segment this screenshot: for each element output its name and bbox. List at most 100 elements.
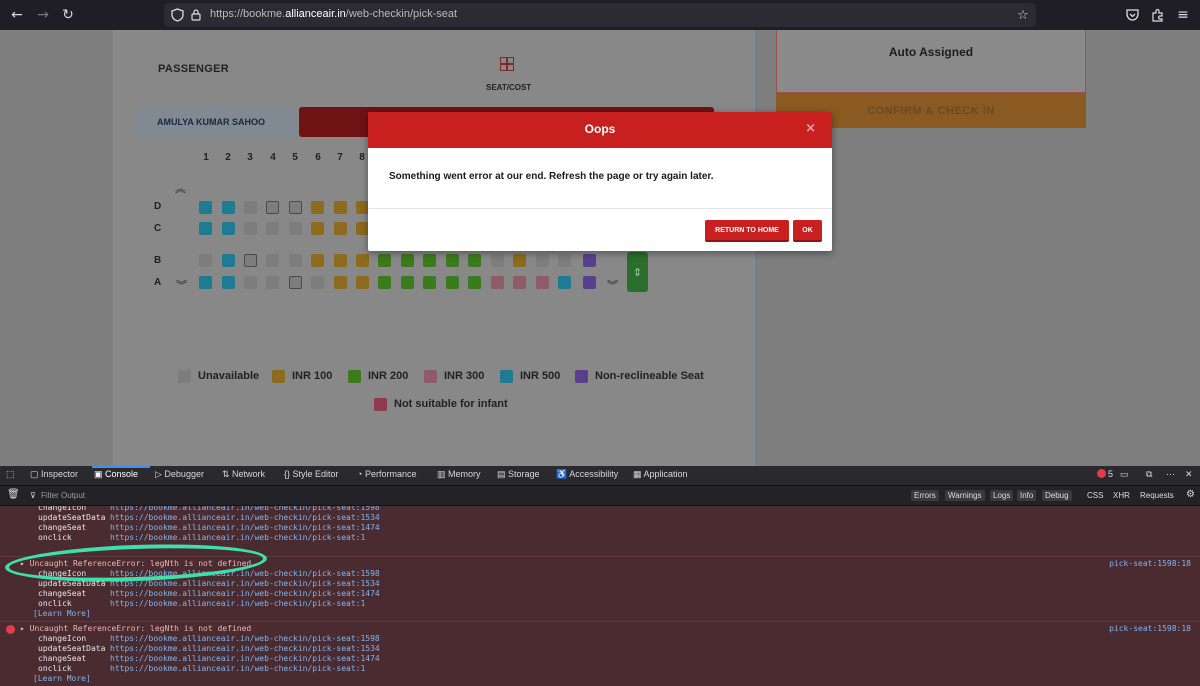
close-icon[interactable]: × [805, 121, 816, 136]
menu-icon[interactable]: ≡ [1173, 5, 1193, 25]
learn-more-link[interactable]: [Learn More] [33, 609, 91, 619]
seat[interactable] [378, 254, 391, 267]
seat[interactable] [289, 222, 302, 235]
tab-performance[interactable]: ◔ Performance [357, 469, 416, 479]
seat[interactable] [199, 254, 212, 267]
seat[interactable] [244, 254, 257, 267]
seat[interactable] [222, 222, 235, 235]
seat[interactable] [446, 254, 459, 267]
seat[interactable] [311, 276, 324, 289]
seat[interactable] [513, 254, 526, 267]
filter-errors-button[interactable]: Errors [911, 490, 939, 501]
trash-icon[interactable]: 🗑 [7, 489, 20, 500]
seat[interactable] [513, 276, 526, 289]
seat[interactable] [334, 254, 347, 267]
tab-debugger[interactable]: ▷ Debugger [155, 469, 204, 480]
scroll-down-chevron-icon[interactable]: ︾ [176, 277, 187, 293]
filter-css-toggle[interactable]: CSS [1087, 491, 1103, 500]
seat[interactable] [334, 222, 347, 235]
more-options-icon[interactable]: ⋯ [1166, 469, 1175, 480]
error-location-link[interactable]: pick-seat:1598:18 [1109, 559, 1191, 569]
filter-output-input[interactable]: Filter Output [41, 491, 85, 500]
ok-button[interactable]: OK [793, 220, 822, 242]
seat[interactable] [222, 276, 235, 289]
seat[interactable] [468, 254, 481, 267]
dock-icon[interactable]: ⧉ [1146, 469, 1152, 480]
scroll-up-chevron-icon[interactable]: ︽ [175, 180, 186, 196]
seat[interactable] [311, 222, 324, 235]
back-arrow-icon[interactable]: ← [7, 5, 27, 25]
tab-inspector[interactable]: ▢ Inspector [30, 469, 78, 480]
filter-logs-button[interactable]: Logs [990, 490, 1014, 501]
seat[interactable] [266, 201, 279, 214]
seat[interactable] [222, 254, 235, 267]
seat[interactable] [199, 276, 212, 289]
seat[interactable] [199, 222, 212, 235]
filter-info-button[interactable]: Info [1017, 490, 1037, 501]
seat[interactable] [446, 276, 459, 289]
tab-memory[interactable]: ▥ Memory [437, 469, 481, 480]
seat[interactable] [334, 201, 347, 214]
filter-requests-toggle[interactable]: Requests [1140, 491, 1174, 500]
tab-network[interactable]: ⇅ Network [222, 469, 265, 480]
seat[interactable] [491, 254, 504, 267]
seat[interactable] [536, 254, 549, 267]
seat[interactable] [311, 254, 324, 267]
tab-accessibility[interactable]: ♿ Accessibility [556, 469, 618, 480]
scroll-down-chevron-icon[interactable]: ︾ [607, 277, 618, 293]
close-devtools-icon[interactable]: ✕ [1185, 469, 1193, 480]
seat[interactable] [266, 222, 279, 235]
seat[interactable] [222, 201, 235, 214]
url-bar[interactable]: https://bookme.allianceair.in/web-checki… [164, 3, 1036, 27]
seat[interactable] [244, 201, 257, 214]
seat[interactable] [266, 254, 279, 267]
tab-storage[interactable]: ▤ Storage [497, 469, 540, 480]
seat[interactable] [583, 254, 596, 267]
reload-icon[interactable]: ↻ [58, 5, 78, 25]
forward-arrow-icon[interactable]: → [33, 5, 53, 25]
tab-style-editor[interactable]: {} Style Editor [284, 469, 339, 479]
tab-application[interactable]: ▦ Application [633, 469, 688, 480]
seat[interactable] [536, 276, 549, 289]
filter-xhr-toggle[interactable]: XHR [1113, 491, 1130, 500]
seat[interactable] [289, 276, 302, 289]
bookmark-star-icon[interactable]: ☆ [1013, 5, 1033, 25]
seat[interactable] [583, 276, 596, 289]
seat[interactable] [356, 254, 369, 267]
seat[interactable] [334, 276, 347, 289]
tab-console[interactable]: ▣ Console [94, 469, 138, 480]
seat[interactable] [244, 222, 257, 235]
seat[interactable] [244, 276, 257, 289]
split-console-icon[interactable]: ▭ [1120, 469, 1129, 480]
extensions-icon[interactable] [1147, 5, 1167, 25]
seat[interactable] [423, 276, 436, 289]
lock-icon[interactable] [191, 8, 201, 21]
seat[interactable] [311, 201, 324, 214]
seat[interactable] [289, 254, 302, 267]
seat[interactable] [378, 276, 391, 289]
seat[interactable] [401, 276, 414, 289]
return-to-home-button[interactable]: RETURN TO HOME [705, 220, 789, 242]
seat[interactable] [558, 254, 571, 267]
error-location-link[interactable]: pick-seat:1598:18 [1109, 624, 1191, 634]
passenger-row[interactable]: AMULYA KUMAR SAHOO [136, 107, 298, 137]
seat[interactable] [423, 254, 436, 267]
exit-row-handle[interactable]: ⇕ [627, 252, 648, 292]
element-picker-icon[interactable]: ⬚ [6, 469, 15, 480]
seat[interactable] [558, 276, 571, 289]
error-count-badge[interactable]: 5 [1097, 469, 1113, 479]
seat[interactable] [289, 201, 302, 214]
settings-gear-icon[interactable]: ⚙ [1186, 489, 1195, 500]
seat[interactable] [468, 276, 481, 289]
learn-more-link[interactable]: [Learn More] [33, 674, 91, 684]
filter-debug-button[interactable]: Debug [1042, 490, 1072, 501]
shield-icon[interactable] [171, 8, 184, 22]
seat[interactable] [491, 276, 504, 289]
error-message[interactable]: ▸ Uncaught ReferenceError: legNth is not… [20, 624, 251, 634]
seat[interactable] [266, 276, 279, 289]
seat[interactable] [356, 276, 369, 289]
filter-warnings-button[interactable]: Warnings [945, 490, 985, 501]
pocket-icon[interactable] [1122, 5, 1142, 25]
seat[interactable] [199, 201, 212, 214]
seat[interactable] [401, 254, 414, 267]
